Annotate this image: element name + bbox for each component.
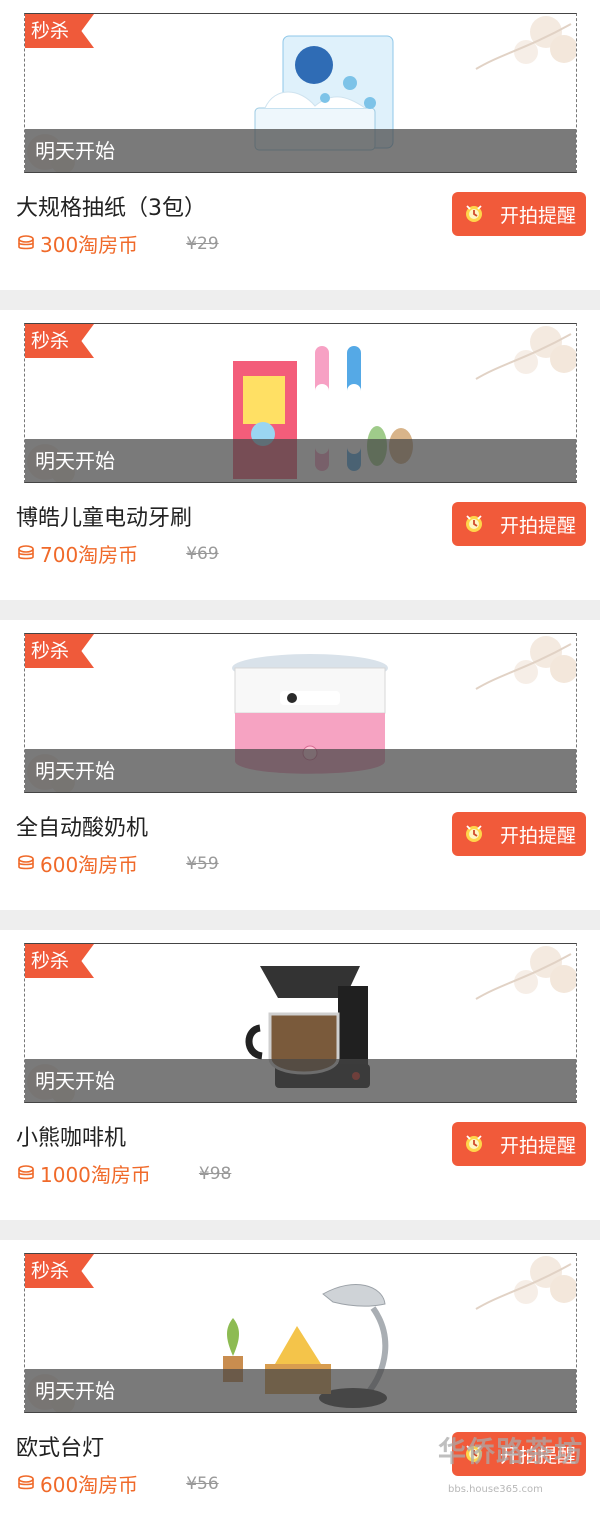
reminder-button-label: 开拍提醒	[499, 1444, 576, 1467]
seckill-badge: 秒杀	[25, 324, 94, 358]
coin-price: 700淘房币	[40, 543, 139, 567]
product-banner[interactable]: 秒杀 明天开始	[24, 1253, 577, 1413]
floral-decoration-icon	[475, 16, 576, 70]
price-row: 600淘房币 ¥56	[16, 1469, 219, 1498]
coin-price: 1000淘房币	[40, 1163, 151, 1187]
seckill-badge: 秒杀	[25, 634, 94, 668]
coin-price: 600淘房币	[40, 853, 139, 877]
product-card[interactable]: 秒杀 明天开始 欧式台灯 600淘房币 ¥56 开拍提醒	[0, 1240, 600, 1530]
product-banner[interactable]: 秒杀 明天开始	[24, 323, 577, 483]
coin-stack-icon	[18, 1164, 34, 1179]
product-name: 欧式台灯	[16, 1436, 105, 1461]
start-status-bar: 明天开始	[25, 1059, 576, 1102]
auction-reminder-button[interactable]: 开拍提醒	[452, 502, 586, 546]
card-divider	[0, 1220, 600, 1240]
product-banner[interactable]: 秒杀 明天开始	[24, 633, 577, 793]
floral-decoration-icon	[475, 326, 576, 380]
reminder-clock-icon	[465, 1135, 482, 1152]
seckill-badge: 秒杀	[25, 944, 94, 978]
seckill-badge: 秒杀	[25, 1254, 94, 1288]
product-card[interactable]: 秒杀 明天开始 博皓儿童电动牙刷 700淘房币 ¥69 开拍提醒	[0, 310, 600, 600]
start-status-bar: 明天开始	[25, 1369, 576, 1412]
coin-stack-icon	[18, 234, 34, 249]
reminder-clock-icon	[465, 515, 482, 532]
coin-price: 300淘房币	[40, 233, 139, 257]
product-name: 全自动酸奶机	[16, 816, 149, 841]
reminder-clock-icon	[465, 1445, 482, 1462]
original-price: ¥29	[186, 233, 219, 254]
seckill-badge: 秒杀	[25, 14, 94, 48]
card-divider	[0, 290, 600, 310]
price-row: 600淘房币 ¥59	[16, 849, 219, 878]
auction-reminder-button[interactable]: 开拍提醒	[452, 192, 586, 236]
coin-stack-icon	[18, 854, 34, 869]
reminder-button-label: 开拍提醒	[499, 824, 576, 847]
price-row: 1000淘房币 ¥98	[16, 1159, 231, 1188]
coin-price: 600淘房币	[40, 1473, 139, 1497]
product-name: 小熊咖啡机	[16, 1126, 127, 1151]
start-status-bar: 明天开始	[25, 439, 576, 482]
product-card[interactable]: 秒杀 明天开始 大规格抽纸（3包） 300淘房币 ¥29 开拍提醒	[0, 0, 600, 290]
original-price: ¥69	[186, 543, 219, 564]
auction-reminder-button[interactable]: 开拍提醒	[452, 1432, 586, 1476]
coin-stack-icon	[18, 1474, 34, 1489]
card-divider	[0, 910, 600, 930]
reminder-button-label: 开拍提醒	[499, 514, 576, 537]
original-price: ¥56	[186, 1473, 219, 1494]
card-divider	[0, 600, 600, 620]
product-banner[interactable]: 秒杀 明天开始	[24, 13, 577, 173]
auction-reminder-button[interactable]: 开拍提醒	[452, 812, 586, 856]
product-banner[interactable]: 秒杀 明天开始	[24, 943, 577, 1103]
reminder-clock-icon	[465, 825, 482, 842]
seckill-product-list: 秒杀 明天开始 大规格抽纸（3包） 300淘房币 ¥29 开拍提醒 秒杀 明天开…	[0, 0, 600, 1530]
auction-reminder-button[interactable]: 开拍提醒	[452, 1122, 586, 1166]
product-name: 博皓儿童电动牙刷	[16, 506, 193, 531]
reminder-clock-icon	[465, 205, 482, 222]
floral-decoration-icon	[475, 1256, 576, 1310]
start-status-bar: 明天开始	[25, 749, 576, 792]
price-row: 300淘房币 ¥29	[16, 229, 219, 258]
start-status-bar: 明天开始	[25, 129, 576, 172]
reminder-button-label: 开拍提醒	[499, 1134, 576, 1157]
product-name: 大规格抽纸（3包）	[16, 196, 206, 221]
reminder-button-label: 开拍提醒	[499, 204, 576, 227]
coin-stack-icon	[18, 544, 34, 559]
original-price: ¥59	[186, 853, 219, 874]
floral-decoration-icon	[475, 636, 576, 690]
product-card[interactable]: 秒杀 明天开始 小熊咖啡机 1000淘房币 ¥98 开拍提醒	[0, 930, 600, 1220]
original-price: ¥98	[198, 1163, 232, 1184]
product-card[interactable]: 秒杀 明天开始 全自动酸奶机 600淘房币 ¥59 开拍提醒	[0, 620, 600, 910]
floral-decoration-icon	[475, 946, 576, 1000]
price-row: 700淘房币 ¥69	[16, 539, 219, 568]
